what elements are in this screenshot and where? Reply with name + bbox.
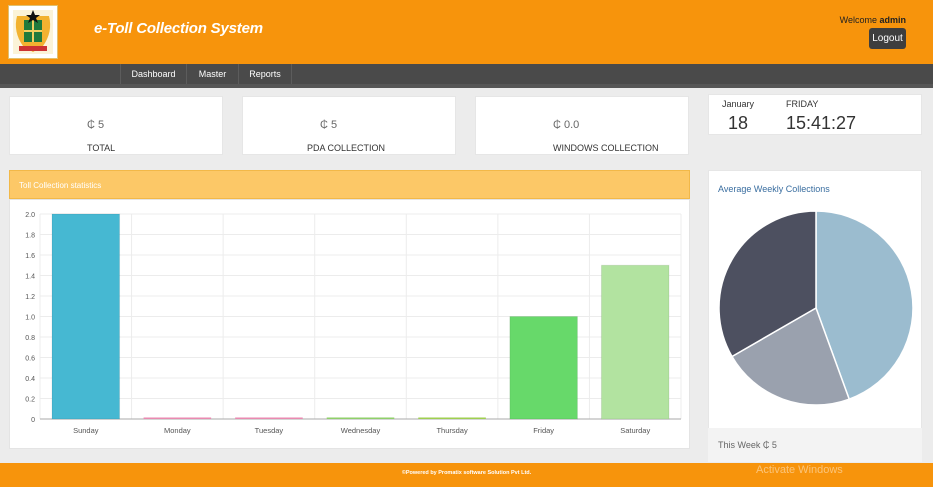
y-tick-label: 2.0 <box>25 212 35 219</box>
stat-label: TOTAL <box>87 143 116 153</box>
x-tick-label: Monday <box>164 426 191 435</box>
y-tick-label: 0.6 <box>25 356 35 363</box>
x-tick-label: Wednesday <box>341 426 381 435</box>
week-total: This Week ₵ 5 <box>718 440 777 450</box>
welcome-message: Welcome admin <box>840 15 906 25</box>
navbar-underline <box>0 84 933 88</box>
bar-saturday[interactable] <box>600 264 670 420</box>
stat-card-total: ₵ 5 TOTAL <box>9 96 223 155</box>
y-tick-label: 1.0 <box>25 315 35 322</box>
bar-sunday[interactable] <box>51 213 121 420</box>
stat-value: ₵ 5 <box>87 119 105 131</box>
date-day: 18 <box>728 113 749 133</box>
y-tick-label: 0 <box>31 417 35 424</box>
user-name: admin <box>879 15 906 25</box>
bar-thursday[interactable] <box>418 417 486 420</box>
stat-value: ₵ 0.0 <box>553 119 580 131</box>
coat-of-arms-logo <box>8 5 58 59</box>
date-month: January <box>722 99 755 109</box>
y-tick-label: 0.8 <box>25 335 35 342</box>
welcome-text: Welcome <box>839 15 877 25</box>
y-tick-label: 1.6 <box>25 253 35 260</box>
app-title: e-Toll Collection System <box>94 20 263 37</box>
chart-panel-title: Toll Collection statistics <box>19 181 102 190</box>
activate-windows-watermark: Activate Windows <box>756 464 843 476</box>
stat-label: PDA COLLECTION <box>307 143 386 153</box>
date-weekday: FRIDAY <box>786 99 819 109</box>
stat-card-windows: ₵ 0.0 WINDOWS COLLECTION <box>475 96 689 155</box>
stat-card-pda: ₵ 5 PDA COLLECTION <box>242 96 456 155</box>
nav-label: Dashboard <box>131 69 176 79</box>
y-tick-label: 0.2 <box>25 397 35 404</box>
x-tick-label: Sunday <box>73 426 99 435</box>
nav-label: Reports <box>249 69 281 79</box>
x-tick-label: Friday <box>533 426 554 435</box>
y-tick-label: 1.2 <box>25 294 35 301</box>
nav-label: Master <box>198 69 227 79</box>
bar-tuesday[interactable] <box>235 417 303 420</box>
logout-button[interactable]: Logout <box>869 28 906 49</box>
app-header: e-Toll Collection System Welcome admin L… <box>0 0 933 64</box>
toll-bar-chart: 0 0.2 0.4 0.6 0.8 1.0 1.2 1.4 1.6 1.8 2.0 Sunday Mon… <box>25 212 682 435</box>
bar-wednesday[interactable] <box>326 417 395 420</box>
x-tick-label: Saturday <box>620 426 650 435</box>
x-tick-label: Tuesday <box>255 426 284 435</box>
y-tick-label: 1.8 <box>25 233 35 240</box>
bar-friday[interactable] <box>509 316 578 420</box>
stat-label: WINDOWS COLLECTION <box>553 143 659 153</box>
bar-monday[interactable] <box>143 417 212 420</box>
x-tick-label: Thursday <box>436 426 468 435</box>
y-tick-label: 0.4 <box>25 376 35 383</box>
clock-time: 15:41:27 <box>786 113 857 133</box>
y-tick-label: 1.4 <box>25 274 35 281</box>
weekly-pie-chart <box>718 210 914 406</box>
stat-value: ₵ 5 <box>320 119 338 131</box>
chart-panel-header: Toll Collection statistics <box>9 170 690 199</box>
